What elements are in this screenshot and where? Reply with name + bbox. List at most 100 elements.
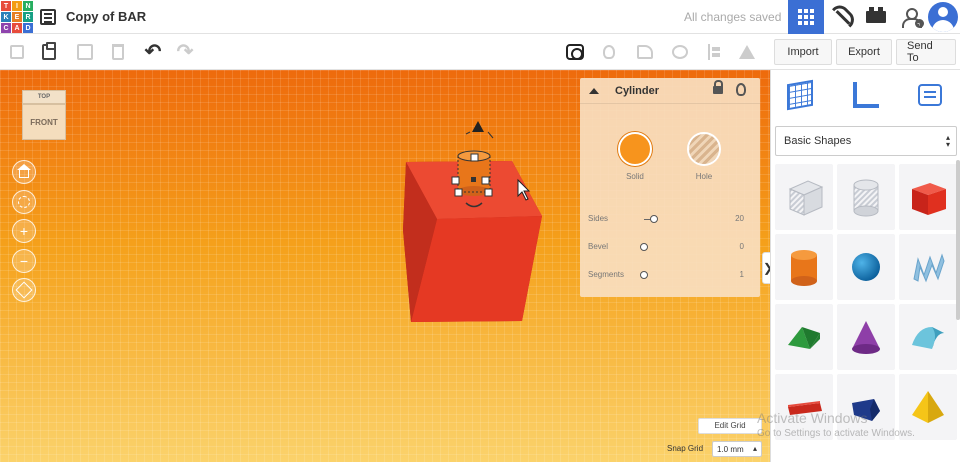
copy-button[interactable] [6,41,28,63]
group-button[interactable] [634,41,656,63]
logo-tile: K [1,12,11,22]
solid-label: Solid [626,172,644,181]
shape-box[interactable] [899,164,957,230]
logo-tile: A [12,23,22,33]
send-to-button[interactable]: Send To [896,39,956,65]
inspector-header: Cylinder [580,78,760,104]
shape-library-select[interactable]: Basic Shapes ▴ ▾ [775,126,957,156]
segments-value[interactable]: 1 [710,270,744,279]
undo-icon: ↶ [144,41,162,63]
trash-icon [112,44,124,60]
grid-icon [798,9,814,25]
snap-grid-label: Snap Grid [667,444,704,453]
sides-value[interactable]: 20 [710,214,744,223]
align-icon [708,44,722,60]
mirror-icon [739,45,755,59]
shape-roof[interactable] [775,304,833,370]
panel-scrollbar[interactable] [956,160,960,320]
logo-tile: T [1,1,11,11]
import-button[interactable]: Import [774,39,832,65]
bevel-slider-knob[interactable] [640,243,648,251]
box-hole-icon [788,180,824,216]
eye-bubble-icon [566,44,584,60]
undo-button[interactable]: ↶ [142,41,164,63]
tinkercad-logo[interactable]: TIN KER CAD [0,0,34,34]
ungroup-icon [672,45,688,59]
segments-slider-knob[interactable] [640,271,648,279]
notes-tab[interactable] [913,78,947,112]
sphere-icon [852,253,880,281]
notes-icon [918,84,942,106]
avatar-icon[interactable] [928,2,958,32]
main-toolbar: ↶ ↷ Import Export Send To [0,34,960,70]
hole-button[interactable] [687,132,721,166]
invite-users-button[interactable]: + [894,0,930,34]
cone-icon [852,321,880,354]
shape-library-label: Basic Shapes [784,135,852,147]
notes-toggle-button[interactable] [564,41,586,63]
duplicate-button[interactable] [74,41,96,63]
copy-icon [6,41,24,59]
mirror-button[interactable] [736,41,758,63]
redo-icon: ↷ [176,41,194,63]
show-all-button[interactable] [598,41,620,63]
logo-tile: I [12,1,22,11]
hole-label: Hole [695,172,713,181]
bulb-icon[interactable] [736,83,746,96]
shape-cylinder-hole[interactable] [837,164,895,230]
ungroup-button[interactable] [669,41,691,63]
ruler-icon [853,82,879,108]
select-arrows-icon: ▴ ▾ [945,133,950,149]
ruler-tab[interactable] [849,78,883,112]
collapse-arrow-icon[interactable] [589,88,599,94]
logo-tile: D [23,23,33,33]
bevel-label: Bevel [588,242,609,251]
list-icon[interactable] [40,9,56,25]
pickaxe-icon [832,7,852,27]
paste-icon [42,42,56,60]
segments-label: Segments [588,270,625,279]
edit-grid-button[interactable]: Edit Grid [698,418,762,434]
align-button[interactable] [704,41,726,63]
lock-icon[interactable] [713,80,723,94]
shape-round-roof[interactable] [899,304,957,370]
box-icon [912,183,946,215]
pyramid-icon [912,391,944,423]
delete-button[interactable] [107,41,129,63]
brick-icon [866,7,886,23]
tinkercad-app: TINKERCAD Copy of BAR All changes saved … [0,0,960,462]
logo-tile: R [23,12,33,22]
paste-button[interactable] [38,41,60,63]
workplane-tab[interactable] [783,78,817,112]
bulb-icon [603,45,615,59]
shape-cone[interactable] [837,304,895,370]
snap-grid-select[interactable]: 1.0 mm [712,441,762,457]
cylinder-hole-icon [853,179,879,217]
shape-sphere[interactable] [837,234,895,300]
shapes-panel: Basic Shapes ▴ ▾ [770,70,960,462]
shape-scribble[interactable] [899,234,957,300]
solid-button[interactable] [618,132,652,166]
round-roof-icon [912,327,944,349]
blocks-view-button[interactable] [824,0,860,34]
user-add-icon: + [902,7,924,28]
logo-tile: E [12,12,22,22]
3d-design-view-button[interactable] [788,0,824,34]
export-button[interactable]: Export [836,39,892,65]
logo-tile: N [23,1,33,11]
workplane[interactable]: TOP FRONT + − Cylinder Solid Hole Sides … [0,70,770,462]
shape-inspector: Cylinder Solid Hole Sides 20 Bevel 0 Seg… [580,78,760,297]
group-icon [637,45,653,59]
shape-box-hole[interactable] [775,164,833,230]
redo-button[interactable]: ↷ [174,41,196,63]
document-title[interactable]: Copy of BAR [66,9,146,24]
shape-cylinder[interactable] [775,234,833,300]
bricks-view-button[interactable] [858,0,894,34]
workplane-icon [787,79,813,111]
sides-label: Sides [588,214,609,223]
sides-slider-knob[interactable] [650,215,659,223]
bevel-value[interactable]: 0 [710,242,744,251]
rotate-handle[interactable] [465,121,494,139]
scribble-icon [913,253,945,283]
inspector-title: Cylinder [615,85,660,97]
